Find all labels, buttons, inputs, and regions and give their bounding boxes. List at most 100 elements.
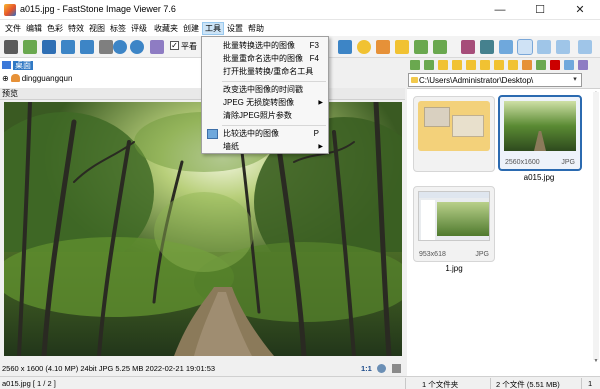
menu-item-batch-rename[interactable]: 批量重命名选中的图像 F4 <box>203 53 327 65</box>
tools-dropdown-menu: 批量转换选中的图像 F3 批量重命名选中的图像 F4 打开批量转换/重命名工具 … <box>201 36 329 154</box>
menu-edit[interactable]: 编辑 <box>24 22 44 35</box>
minimize-button[interactable]: — <box>480 0 520 20</box>
menu-item-jpeg-lossless-rotate[interactable]: JPEG 无损旋转图像 ▶ <box>203 97 327 109</box>
app-logo-icon <box>4 4 16 16</box>
chevron-down-icon[interactable]: ▾ <box>570 75 580 85</box>
thumbnail-image <box>504 101 576 151</box>
copy-to-icon[interactable] <box>494 60 504 70</box>
zoom-icon[interactable] <box>377 364 386 373</box>
rotate-right-icon[interactable] <box>433 40 447 54</box>
new-folder-icon[interactable] <box>480 60 490 70</box>
settings-gear-icon[interactable] <box>357 40 371 54</box>
image-info-text: 2560 x 1600 (4.10 MP) 24bit JPG 5.25 MB … <box>2 364 216 373</box>
menu-item-wallpaper[interactable]: 墙纸 ▶ <box>203 141 327 153</box>
tag-icon[interactable] <box>376 40 390 54</box>
status-file: a015.jpg [ 1 / 2 ] <box>2 379 56 388</box>
menu-item-label: 墙纸 <box>223 142 239 151</box>
menu-item-label: 比较选中的图像 <box>223 129 279 138</box>
menu-tools[interactable]: 工具 <box>202 22 224 35</box>
compare-icon <box>207 129 218 139</box>
folder-favorites-icon[interactable] <box>452 60 462 70</box>
menu-item-clear-jpeg-params[interactable]: 清除JPEG照片参数 <box>203 110 327 122</box>
camera-icon[interactable] <box>4 40 18 54</box>
thumbnail-size-icon[interactable] <box>578 60 588 70</box>
previous-icon[interactable] <box>61 40 75 54</box>
full-screen-icon[interactable] <box>556 40 570 54</box>
image-info-bar: 2560 x 1600 (4.10 MP) 24bit JPG 5.25 MB … <box>0 362 405 375</box>
menu-item-compare-images[interactable]: 比较选中的图像 P <box>203 128 327 140</box>
smooth-checkbox-label: 平看 <box>181 42 197 51</box>
crop-icon[interactable] <box>338 40 352 54</box>
menu-file[interactable]: 文件 <box>3 22 23 35</box>
menu-settings[interactable]: 设置 <box>225 22 245 35</box>
view-mode-icon[interactable] <box>564 60 574 70</box>
tree-item-user[interactable]: ⊕ dingguangqun <box>2 73 72 85</box>
fit-window-icon[interactable] <box>99 40 113 54</box>
fit-icon[interactable] <box>392 364 401 373</box>
actual-size-icon[interactable] <box>150 40 164 54</box>
thumbnail-a015[interactable]: 2560x1600 JPG <box>498 95 582 171</box>
menu-item-label: 批量重命名选中的图像 <box>223 54 303 63</box>
title-bar: a015.jpg - FastStone Image Viewer 7.6 — … <box>0 0 600 20</box>
path-text: C:\Users\Administrator\Desktop\ <box>419 76 534 85</box>
save-icon[interactable] <box>42 40 56 54</box>
layout-thumbs-icon[interactable] <box>537 40 551 54</box>
forward-icon[interactable] <box>424 60 434 70</box>
tree-item-desktop[interactable]: 桌面 <box>2 60 33 72</box>
thumbnail-name[interactable]: 1.jpg <box>413 264 495 273</box>
menu-item-label: JPEG 无损旋转图像 <box>223 98 295 107</box>
scrollbar[interactable] <box>593 92 599 360</box>
zoom-ratio[interactable]: 1:1 <box>361 364 372 373</box>
submenu-arrow-icon: ▶ <box>318 144 323 150</box>
rotate-left-icon[interactable] <box>414 40 428 54</box>
folder-up-icon[interactable] <box>438 60 448 70</box>
thumbnail-dimensions: 2560x1600 <box>505 159 540 166</box>
menu-item-label: 批量转换选中的图像 <box>223 41 295 50</box>
menu-item-label: 清除JPEG照片参数 <box>223 111 292 120</box>
menu-color[interactable]: 色彩 <box>45 22 65 35</box>
email-icon[interactable] <box>480 40 494 54</box>
back-icon[interactable] <box>410 60 420 70</box>
next-icon[interactable] <box>80 40 94 54</box>
path-input[interactable]: C:\Users\Administrator\Desktop\ ▾ <box>408 73 582 87</box>
expand-icon[interactable]: ⊕ <box>2 74 9 83</box>
open-folder-icon[interactable] <box>23 40 37 54</box>
menu-separator <box>222 125 326 126</box>
close-button[interactable]: ✕ <box>560 0 600 20</box>
zoom-out-icon[interactable] <box>130 40 144 54</box>
menu-create[interactable]: 创建 <box>181 22 201 35</box>
thumbnail-1jpg[interactable]: 953x618 JPG <box>413 186 495 262</box>
zoom-in-icon[interactable] <box>113 40 127 54</box>
status-divider <box>490 378 491 389</box>
thumbnail-folder[interactable] <box>413 96 495 172</box>
folder-thumbnail-icon <box>418 101 490 151</box>
menu-item-batch-convert[interactable]: 批量转换选中的图像 F3 <box>203 40 327 52</box>
menu-favorites[interactable]: 收藏夹 <box>152 22 180 35</box>
thumbnail-type: JPG <box>475 251 489 258</box>
delete-icon[interactable] <box>550 60 560 70</box>
scroll-down-button[interactable]: ▼ <box>593 358 599 364</box>
menu-help[interactable]: 帮助 <box>246 22 266 35</box>
print-icon[interactable] <box>461 40 475 54</box>
slideshow-icon[interactable] <box>499 40 513 54</box>
menu-tags[interactable]: 标签 <box>108 22 128 35</box>
layout-preview-icon[interactable] <box>578 40 592 54</box>
menu-rating[interactable]: 评级 <box>129 22 149 35</box>
maximize-button[interactable]: ☐ <box>520 0 560 20</box>
smooth-checkbox[interactable]: ✓ <box>170 41 179 50</box>
folder-history-icon[interactable] <box>466 60 476 70</box>
layout-browser-icon[interactable] <box>517 39 533 55</box>
menu-item-change-timestamp[interactable]: 改变选中图像的时间戳 <box>203 84 327 96</box>
menu-item-open-batch-tool[interactable]: 打开批量转换/重命名工具 <box>203 66 327 78</box>
sort-icon[interactable] <box>522 60 532 70</box>
folder-tree: 桌面 ⊕ dingguangqun <box>0 58 203 88</box>
upload-icon[interactable] <box>395 40 409 54</box>
refresh-icon[interactable] <box>536 60 546 70</box>
thumbnail-type: JPG <box>561 159 575 166</box>
thumbnail-meta: 2560x1600 JPG <box>505 159 575 166</box>
thumbnail-name[interactable]: a015.jpg <box>498 173 580 182</box>
move-to-icon[interactable] <box>508 60 518 70</box>
user-folder-icon <box>10 74 20 82</box>
menu-effects[interactable]: 特效 <box>66 22 86 35</box>
menu-view[interactable]: 视图 <box>87 22 107 35</box>
